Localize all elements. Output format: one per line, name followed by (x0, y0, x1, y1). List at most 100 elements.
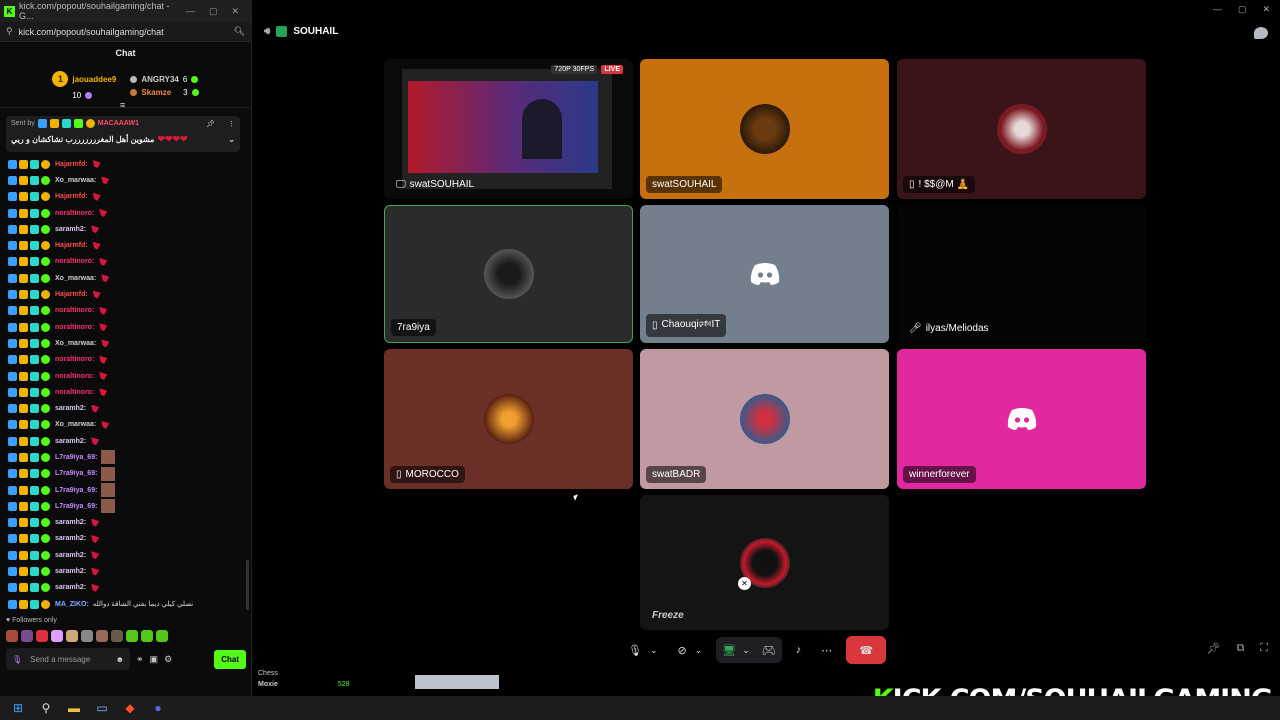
search-icon[interactable]: ⚲ (38, 700, 54, 716)
chat-message[interactable]: noraltinoro: (8, 319, 244, 335)
app-window-icon[interactable]: ▭ (94, 700, 110, 716)
emoji-icon[interactable]: ☻ (116, 655, 124, 664)
microphone-icon[interactable]: 🎙︎ (12, 655, 22, 664)
chat-message[interactable]: noraltinoro: (8, 384, 244, 400)
chat-username[interactable]: Hajarmfd: (55, 161, 88, 168)
emote-icon[interactable] (21, 630, 33, 642)
chat-message[interactable]: saramh2: (8, 515, 244, 531)
chat-username[interactable]: noraltinoro: (55, 324, 94, 331)
chevron-down-icon[interactable]: ⌄ (228, 135, 235, 144)
chat-message[interactable]: Hajarmfd: (8, 237, 244, 253)
minimize-icon[interactable]: — (186, 6, 195, 17)
emote-icon[interactable] (111, 630, 123, 642)
top-gifter-second[interactable]: ANGRY34 6 (130, 75, 199, 84)
participant-tile[interactable]: ▯ MOROCCO (384, 349, 633, 489)
close-icon[interactable]: ✕ (231, 6, 239, 17)
chat-username[interactable]: noraltinoro: (55, 307, 94, 314)
chat-username[interactable]: saramh2: (55, 405, 86, 412)
chat-message[interactable]: MA_ZIKO: تصلي كيلي ديما بفني الشاقة دوالل… (8, 596, 244, 612)
participant-tile[interactable]: ▯ ! $$@M 🧘 (897, 59, 1146, 199)
emote-icon[interactable] (141, 630, 153, 642)
chat-message[interactable]: noraltinoro: (8, 205, 244, 221)
chat-scrollbar[interactable] (246, 560, 249, 610)
fullscreen-icon[interactable]: ⛶ (1260, 642, 1268, 655)
stream-tile[interactable]: 720P 30FPS LIVE 🖵︎ swatSOUHAIL (384, 59, 633, 199)
chat-message[interactable]: saramh2: (8, 531, 244, 547)
chat-username[interactable]: L7ra9iya_69: (55, 470, 97, 477)
search-icon[interactable]: 🔍︎ (234, 26, 245, 37)
chat-username[interactable]: noraltinoro: (55, 373, 94, 380)
chat-username[interactable]: L7ra9iya_69: (55, 503, 97, 510)
users-icon[interactable]: ⚭ (136, 654, 144, 665)
chat-message[interactable]: Xo_marwaa: (8, 270, 244, 286)
chat-bubble-icon[interactable] (1254, 27, 1268, 39)
chevron-down-icon[interactable]: ⌄ (650, 645, 658, 656)
chat-message[interactable]: L7ra9iya_69: (8, 482, 244, 498)
chat-username[interactable]: saramh2: (55, 568, 86, 575)
chat-username[interactable]: MA_ZIKO: (55, 601, 89, 608)
participant-tile-speaking[interactable]: 7ra9iya (384, 205, 633, 343)
chat-message[interactable]: noraltinoro: (8, 352, 244, 368)
chat-input[interactable]: 🎙︎ Send a message ☻ (6, 648, 130, 670)
chat-username[interactable]: saramh2: (55, 519, 86, 526)
chat-username[interactable]: noraltinoro: (55, 258, 94, 265)
emote-icon[interactable] (66, 630, 78, 642)
picture-in-picture-icon[interactable]: ⧉ (1236, 642, 1244, 655)
filter-icon[interactable]: ≡ (120, 100, 125, 110)
emote-icon[interactable] (96, 630, 108, 642)
chat-username[interactable]: saramh2: (55, 535, 86, 542)
settings-icon[interactable]: ⚙ (164, 654, 172, 665)
chat-username[interactable]: saramh2: (55, 438, 86, 445)
emote-icon[interactable] (156, 630, 168, 642)
chat-message[interactable]: Xo_marwaa: (8, 417, 244, 433)
brave-browser-icon[interactable]: ◆ (122, 700, 138, 716)
chat-username[interactable]: L7ra9iya_69: (55, 487, 97, 494)
emote-icon[interactable] (6, 630, 18, 642)
chevron-down-icon[interactable]: ⌄ (742, 645, 750, 656)
site-info-icon[interactable]: ⚲ (6, 26, 13, 37)
chat-username[interactable]: L7ra9iya_69: (55, 454, 97, 461)
participant-tile[interactable]: swatSOUHAIL (640, 59, 889, 199)
chat-message[interactable]: Hajarmfd: (8, 156, 244, 172)
minimize-icon[interactable]: — (1213, 4, 1222, 14)
chat-username[interactable]: Xo_marwaa: (55, 421, 96, 428)
chat-username[interactable]: saramh2: (55, 584, 86, 591)
top-gifter-third[interactable]: Skamze 3 (130, 88, 199, 97)
pop-out-icon[interactable]: 📌︎ (1206, 642, 1220, 655)
chat-username[interactable]: Hajarmfd: (55, 193, 88, 200)
pin-icon[interactable]: 📌︎ (206, 120, 215, 128)
participant-tile[interactable]: ▯ Chaouqi🕬IT (640, 205, 889, 343)
soundboard-button[interactable]: ♪ (790, 637, 808, 663)
chat-username[interactable]: Xo_marwaa: (55, 340, 96, 347)
chat-message[interactable]: saramh2: (8, 221, 244, 237)
file-explorer-icon[interactable]: ▬ (66, 700, 82, 716)
chat-username[interactable]: Xo_marwaa: (55, 275, 96, 282)
chat-message[interactable]: noraltinoro: (8, 368, 244, 384)
participant-tile[interactable]: ✕ Freeze (640, 495, 889, 630)
emote-icon[interactable] (36, 630, 48, 642)
disconnect-button[interactable]: ☎ (846, 636, 887, 664)
top-gifter-first[interactable]: 1 jaouaddee9 10 (52, 71, 116, 100)
chat-username[interactable]: Hajarmfd: (55, 291, 88, 298)
participant-tile[interactable]: 🎤︎ ilyas/Meliodas (897, 205, 1146, 343)
gift-icon[interactable]: ▣ (150, 654, 159, 665)
chat-message-list[interactable]: Hajarmfd: Xo_marwaa: Hajarmfd: noraltinoro:… (8, 156, 244, 612)
emote-icon[interactable] (51, 630, 63, 642)
chat-message[interactable]: saramh2: (8, 547, 244, 563)
more-options-icon[interactable]: ⋮ (228, 120, 235, 128)
screen-share-button[interactable]: 🖥︎ ⌄ 🎮︎ (716, 637, 782, 663)
microphone-button[interactable]: 🎙︎ ⌄ (622, 637, 664, 663)
activities-icon[interactable]: 🎮︎ (762, 644, 776, 657)
chat-message[interactable]: saramh2: (8, 580, 244, 596)
more-button[interactable]: ⋯ (815, 637, 838, 663)
chat-message[interactable]: Hajarmfd: (8, 286, 244, 302)
chat-username[interactable]: saramh2: (55, 226, 86, 233)
address-bar[interactable]: ⚲ kick.com/popout/souhailgaming/chat 🔍︎ (0, 22, 251, 42)
chevron-down-icon[interactable]: ⌄ (695, 645, 703, 656)
chat-username[interactable]: noraltinoro: (55, 389, 94, 396)
chat-message[interactable]: Xo_marwaa: (8, 335, 244, 351)
emote-icon[interactable] (81, 630, 93, 642)
windows-start-icon[interactable]: ⊞ (10, 700, 26, 716)
chat-message[interactable]: saramh2: (8, 433, 244, 449)
chat-message[interactable]: Xo_marwaa: (8, 172, 244, 188)
